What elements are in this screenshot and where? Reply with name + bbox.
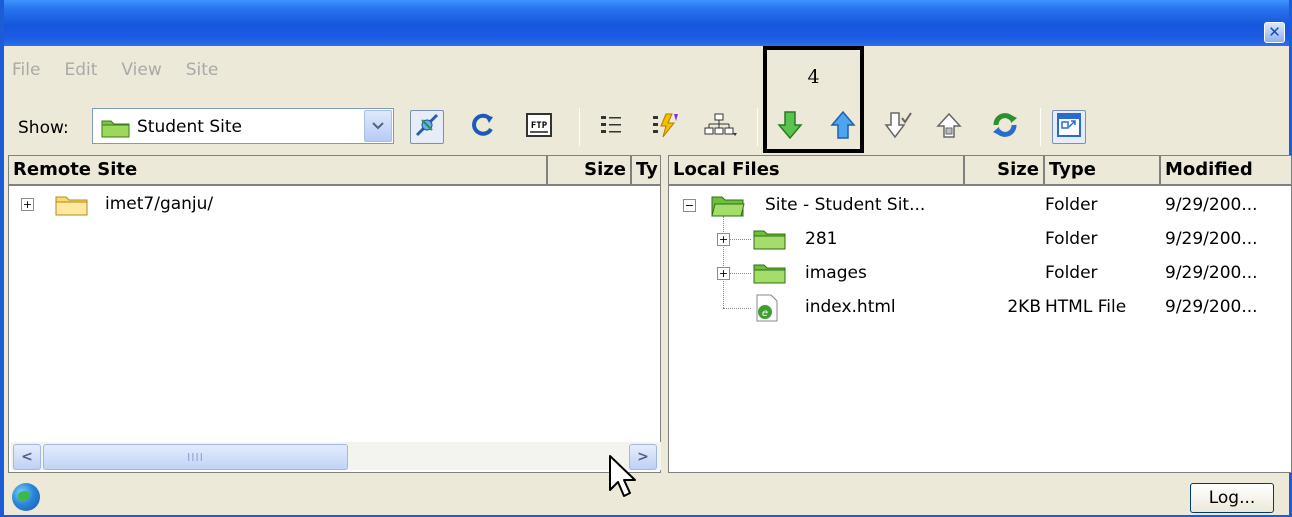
local-col-modified[interactable]: Modified [1161,156,1292,185]
menu-edit[interactable]: Edit [64,60,97,84]
close-button[interactable]: ✕ [1264,22,1285,43]
remote-col-type[interactable]: Ty [632,156,662,185]
scroll-thumb[interactable]: IIII [43,444,348,470]
local-row-name: 281 [805,229,838,249]
site-files-window: ✕ File Edit View Site Show: Student Site [0,0,1292,517]
local-row-modified: 9/29/200... [1165,229,1258,249]
folder-icon [753,262,787,289]
remote-horizontal-scrollbar[interactable]: < IIII > [11,442,661,470]
expand-plus-icon[interactable]: + [717,267,730,280]
remote-col-name[interactable]: Remote Site [9,156,548,185]
refresh-icon [469,111,497,143]
remote-col-size[interactable]: Size [548,156,632,185]
expand-icon [1055,111,1083,143]
scroll-left-button[interactable]: < [13,444,41,470]
menu-file[interactable]: File [12,60,40,84]
mouse-cursor-icon [608,454,638,504]
local-col-size[interactable]: Size [965,156,1045,185]
local-header: Local Files Size Type Modified [669,156,1291,186]
local-row-modified: 9/29/200... [1165,263,1258,283]
html-file-icon: e [755,294,779,327]
show-label: Show: [18,118,69,138]
local-row[interactable]: − Site - Student Sit... Folder 9/29/200.… [669,189,1291,222]
ftp-log-button[interactable]: FTP [522,110,556,144]
testing-server-icon [650,111,680,143]
svg-text:e: e [762,308,768,319]
globe-icon [12,483,40,511]
menu-site[interactable]: Site [186,60,219,84]
folder-icon [753,228,787,255]
check-in-icon [936,110,966,144]
local-row-size: 2KB [1007,297,1041,317]
local-row-modified: 9/29/200... [1165,297,1258,317]
site-select[interactable]: Student Site [92,108,394,144]
callout-number: 4 [807,66,820,88]
local-row[interactable]: + images Folder 9/29/200... [669,257,1291,290]
local-row-modified: 9/29/200... [1165,195,1258,215]
local-row[interactable]: e index.html 2KB HTML File 9/29/200... [669,291,1291,324]
synchronize-icon [990,110,1020,144]
expand-plus-icon[interactable]: + [717,233,730,246]
menu-bar: File Edit View Site [12,60,218,84]
folder-icon [101,118,131,142]
remote-row-name: imet7/ganju/ [105,194,214,214]
remote-site-pane[interactable]: Remote Site Size Ty + imet7/ganju/ < III… [8,155,661,473]
local-row-name: Site - Student Sit... [765,195,926,215]
chevron-down-icon[interactable] [364,110,392,142]
refresh-button[interactable] [466,110,500,144]
toolbar-divider [579,108,580,146]
synchronize-button[interactable] [988,110,1022,144]
local-col-name[interactable]: Local Files [669,156,965,185]
file-view-icon [597,111,625,143]
status-bar: Log... [4,477,1289,515]
local-col-type[interactable]: Type [1045,156,1161,185]
local-row-type: Folder [1045,195,1098,215]
title-bar[interactable]: ✕ [4,0,1289,46]
local-row[interactable]: + 281 Folder 9/29/200... [669,223,1291,256]
site-select-value: Student Site [137,117,242,137]
connect-icon [413,111,441,143]
tree-line [723,308,751,309]
menu-view[interactable]: View [121,60,161,84]
local-files-pane[interactable]: Local Files Size Type Modified − Site - … [668,155,1292,473]
log-button[interactable]: Log... [1190,483,1274,513]
toolbar: Show: Student Site FTP [4,100,1289,156]
repository-icon [704,111,738,143]
file-view-button[interactable] [594,110,628,144]
local-row-name: images [805,263,867,283]
folder-open-icon [711,194,745,223]
testing-server-button[interactable] [648,110,682,144]
remote-row[interactable]: + imet7/ganju/ [9,188,660,221]
toolbar-divider [757,108,758,146]
local-row-type: Folder [1045,263,1098,283]
folder-icon [55,194,89,221]
check-out-button[interactable] [881,110,915,144]
local-row-name: index.html [805,297,896,317]
expand-plus-icon[interactable]: + [21,198,34,211]
check-out-icon [883,110,913,144]
toolbar-divider [1040,108,1041,146]
ftp-text: FTP [531,121,548,131]
tree-line [729,239,751,240]
local-row-type: Folder [1045,229,1098,249]
remote-header: Remote Site Size Ty [9,156,660,186]
local-row-type: HTML File [1045,297,1127,317]
annotation-callout-box: 4 [763,46,864,153]
collapse-minus-icon[interactable]: − [683,199,696,212]
connect-button[interactable] [410,110,444,144]
ftp-log-icon: FTP [525,112,553,142]
tree-line [729,273,751,274]
check-in-button[interactable] [934,110,968,144]
site-map-button[interactable] [704,110,738,144]
expand-button[interactable] [1052,110,1086,144]
